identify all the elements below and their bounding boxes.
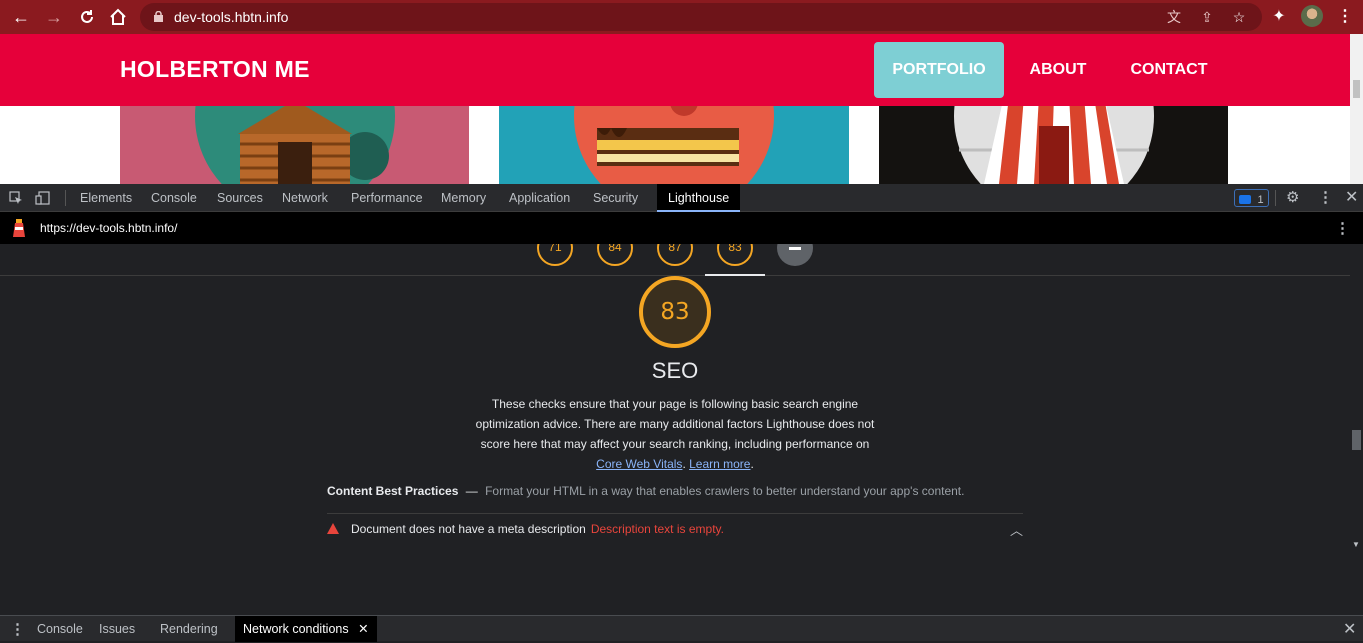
site-logo[interactable]: HOLBERTON ME: [120, 56, 310, 83]
audit-meta-description[interactable]: Document does not have a meta descriptio…: [327, 522, 1023, 542]
lighthouse-logo-icon: [13, 219, 25, 237]
audit-group-dash: —: [465, 484, 478, 498]
settings-gear-icon[interactable]: ⚙: [1286, 184, 1299, 212]
close-devtools-icon[interactable]: ✕: [1345, 184, 1358, 212]
scroll-down-arrow-icon[interactable]: ▼: [1352, 540, 1360, 549]
avatar[interactable]: [1301, 5, 1323, 27]
portfolio-card-cake[interactable]: [499, 106, 849, 184]
learn-more-link[interactable]: Learn more: [689, 457, 750, 471]
nav-about[interactable]: ABOUT: [1014, 42, 1102, 98]
category-title: SEO: [651, 358, 699, 383]
dark-mode-toggle[interactable]: [777, 244, 813, 266]
lighthouse-url-bar: https://dev-tools.hbtn.info/ ⋮: [0, 212, 1363, 244]
reload-icon[interactable]: [74, 4, 100, 30]
translate-icon[interactable]: 文: [1165, 8, 1183, 26]
audit-title: Document does not have a meta descriptio…: [351, 522, 586, 536]
portfolio-card-cabin[interactable]: [120, 106, 469, 184]
close-tab-icon[interactable]: ✕: [358, 622, 368, 636]
report-scrollbar[interactable]: [1350, 244, 1363, 555]
tent-illustration: [954, 106, 1154, 184]
address-bar[interactable]: dev-tools.hbtn.info 文 ⇪ ☆: [140, 3, 1262, 31]
issues-count: 1: [1257, 194, 1264, 206]
category-description: These checks ensure that your page is fo…: [470, 394, 880, 474]
report-scrollbar-thumb[interactable]: [1352, 430, 1361, 450]
lock-icon: [154, 11, 163, 22]
cabin-illustration: [195, 106, 395, 184]
address-url[interactable]: dev-tools.hbtn.info: [174, 9, 288, 25]
drawer-tab-rendering[interactable]: Rendering: [160, 616, 218, 642]
extensions-icon[interactable]: ✦: [1266, 4, 1292, 30]
description-links: Core Web Vitals. Learn more.: [470, 454, 880, 474]
score-sticky-header: 71 84 87 83: [0, 244, 1350, 276]
mini-gauge-best-practices[interactable]: 87: [657, 244, 693, 266]
forward-icon[interactable]: →: [41, 4, 67, 30]
audit-group-title: Content Best Practices: [327, 484, 459, 498]
active-gauge-indicator: [705, 274, 765, 276]
mini-gauge-accessibility[interactable]: 84: [597, 244, 633, 266]
lighthouse-report: 71 84 87 83 83 SEO These checks ensure t…: [0, 244, 1350, 615]
inspect-element-icon[interactable]: [9, 184, 23, 212]
tab-performance[interactable]: Performance: [351, 184, 423, 212]
drawer-tab-console[interactable]: Console: [37, 616, 83, 642]
description-line: These checks ensure that your page is fo…: [491, 397, 859, 411]
browser-toolbar: ← → dev-tools.hbtn.info 文 ⇪ ☆ ✦ ⋮: [0, 0, 1363, 34]
audit-display-value: Description text is empty.: [590, 522, 724, 536]
star-icon[interactable]: ☆: [1230, 8, 1248, 26]
tab-sources[interactable]: Sources: [217, 184, 263, 212]
seo-score-gauge: 83: [639, 276, 711, 348]
back-icon[interactable]: ←: [8, 4, 34, 30]
mini-gauge-performance[interactable]: 71: [537, 244, 573, 266]
portfolio-card-tent[interactable]: [879, 106, 1228, 184]
tab-application[interactable]: Application: [509, 184, 570, 212]
home-icon[interactable]: [105, 4, 131, 30]
nav-portfolio[interactable]: PORTFOLIO: [874, 42, 1004, 98]
menu-icon[interactable]: ⋮: [1332, 4, 1358, 30]
chevron-up-icon[interactable]: ︿: [1010, 520, 1023, 539]
description-line: optimization advice. There are many addi…: [475, 417, 875, 431]
audit-divider: [327, 513, 1023, 514]
tab-lighthouse[interactable]: Lighthouse: [657, 184, 741, 212]
link-period: .: [750, 457, 754, 471]
website-viewport: HOLBERTON ME PORTFOLIO ABOUT CONTACT: [0, 34, 1350, 184]
page-scrollbar-thumb[interactable]: [1353, 80, 1360, 98]
message-icon: [1239, 195, 1251, 205]
site-header: HOLBERTON ME PORTFOLIO ABOUT CONTACT: [0, 34, 1350, 106]
close-drawer-icon[interactable]: ✕: [1343, 616, 1356, 642]
drawer-tab-label: Network conditions: [243, 622, 349, 636]
drawer-tab-network-conditions[interactable]: Network conditions ✕: [235, 616, 377, 642]
tab-network[interactable]: Network: [282, 184, 328, 212]
share-icon[interactable]: ⇪: [1198, 8, 1216, 26]
audit-title-wrap: Document does not have a meta descriptio…: [351, 522, 724, 536]
nav-contact[interactable]: CONTACT: [1114, 42, 1224, 98]
mini-gauge-seo[interactable]: 83: [717, 244, 753, 266]
lighthouse-report-url[interactable]: https://dev-tools.hbtn.info/: [40, 221, 177, 235]
page-scrollbar[interactable]: [1350, 34, 1363, 184]
audit-group-description: Format your HTML in a way that enables c…: [485, 484, 965, 498]
core-web-vitals-link[interactable]: Core Web Vitals: [596, 457, 682, 471]
tab-elements[interactable]: Elements: [80, 184, 132, 212]
cake-illustration: [574, 106, 774, 184]
more-options-icon[interactable]: ⋮: [1318, 184, 1333, 212]
fail-triangle-icon: [327, 523, 339, 534]
devtools-tab-bar: Elements Console Sources Network Perform…: [0, 184, 1363, 212]
audit-group-header: Content Best Practices — Format your HTM…: [327, 484, 964, 498]
devtools-drawer: ⋮ Console Issues Rendering Network condi…: [0, 615, 1363, 642]
device-toolbar-icon[interactable]: [35, 184, 51, 212]
issues-counter[interactable]: 1: [1234, 189, 1269, 207]
tab-security[interactable]: Security: [593, 184, 638, 212]
report-menu-icon[interactable]: ⋮: [1335, 219, 1350, 237]
tab-memory[interactable]: Memory: [441, 184, 486, 212]
tab-console[interactable]: Console: [151, 184, 197, 212]
drawer-tab-issues[interactable]: Issues: [99, 616, 135, 642]
description-line: score here that may affect your search r…: [480, 437, 870, 451]
drawer-menu-icon[interactable]: ⋮: [10, 616, 25, 642]
